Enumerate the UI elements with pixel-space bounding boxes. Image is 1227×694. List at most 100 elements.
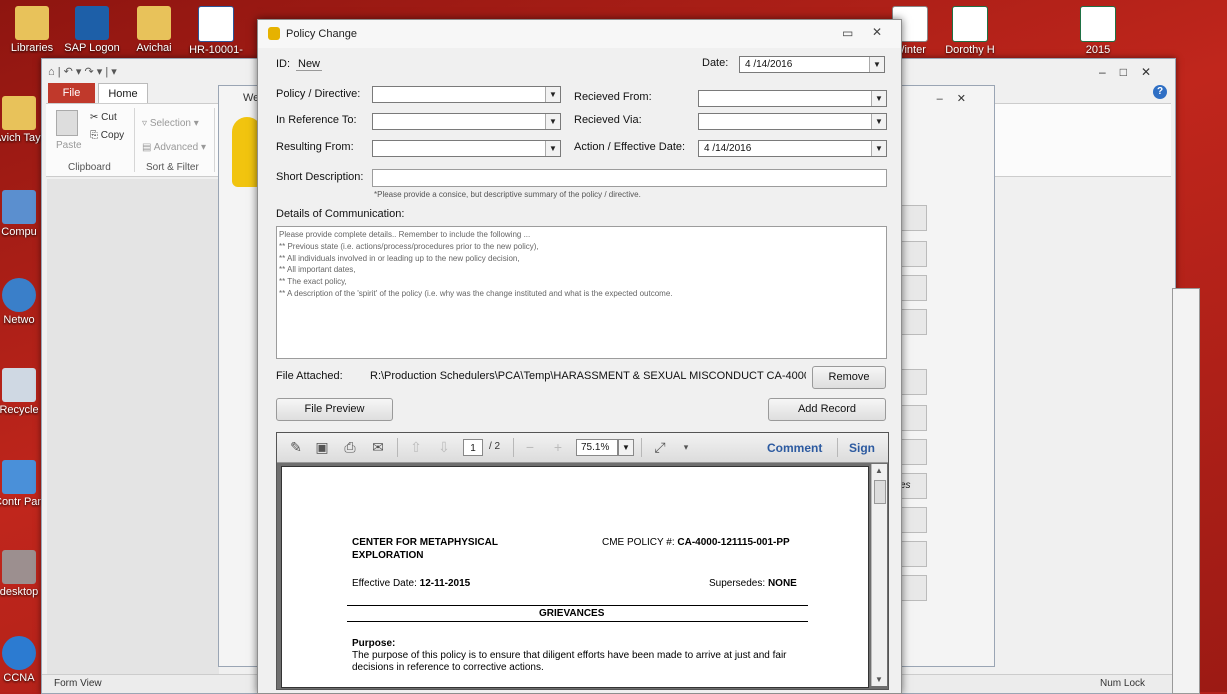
comment-link[interactable]: Comment (767, 441, 822, 455)
pdf-scrollbar[interactable]: ▲ ▼ (871, 464, 887, 686)
copy-button[interactable]: ⎘ Copy (90, 130, 124, 141)
chevron-down-icon[interactable]: ▼ (545, 87, 560, 102)
date-dropdown[interactable]: 4 /14/2016 ▼ (739, 56, 885, 73)
email-icon[interactable]: ✉ (369, 439, 387, 455)
desktop-icon-avichai[interactable]: Avichai (124, 6, 184, 54)
tab-file[interactable]: File (48, 83, 95, 103)
chevron-down-icon[interactable]: ▼ (618, 439, 634, 456)
chevron-down-icon[interactable]: ▼ (871, 114, 886, 129)
in-reference-to-dropdown[interactable]: ▼ (372, 113, 561, 130)
save-icon[interactable]: ▣ (313, 439, 331, 455)
desktop-icon-hr-document[interactable]: HR-10001- (186, 6, 246, 56)
chevron-down-icon[interactable]: ▼ (545, 141, 560, 156)
app-icon (268, 27, 280, 40)
ribbon-separator (134, 108, 135, 172)
edit-icon[interactable]: ✎ (287, 439, 305, 455)
details-line: ** A description of the 'spirit' of the … (279, 288, 673, 298)
next-page-icon[interactable]: ⇩ (435, 439, 453, 455)
short-description-input[interactable] (372, 169, 887, 187)
side-button[interactable] (899, 309, 927, 335)
received-from-dropdown[interactable]: ▼ (698, 90, 887, 107)
policy-directive-label: Policy / Directive: (276, 88, 361, 100)
zoom-input[interactable]: 75.1% (576, 439, 618, 456)
side-button-es[interactable]: es (899, 473, 927, 499)
access-window-controls[interactable]: –□✕ (1099, 65, 1165, 79)
scroll-thumb[interactable] (874, 480, 886, 504)
file-attached-label: File Attached: (276, 370, 343, 382)
desktop-icon-computer[interactable]: Compu (0, 190, 44, 238)
folder-icon (15, 6, 49, 40)
advanced-button[interactable]: ▤ Advanced ▾ (142, 142, 206, 153)
side-button[interactable] (899, 541, 927, 567)
settings-gear-icon (2, 550, 36, 584)
chevron-down-icon[interactable]: ▼ (871, 141, 886, 156)
action-effective-date-dropdown[interactable]: 4 /14/2016 ▼ (698, 140, 887, 157)
zoom-out-icon[interactable]: − (521, 439, 539, 455)
control-panel-icon (2, 460, 36, 494)
ribbon-separator (214, 108, 215, 172)
policy-change-dialog: Policy Change ▭ ✕ ID: New Date: 4 /14/20… (257, 19, 902, 694)
side-button[interactable] (899, 507, 927, 533)
doc-purpose-title: Purpose: (352, 638, 396, 649)
page-number-input[interactable]: 1 (463, 439, 483, 456)
side-button[interactable] (899, 369, 927, 395)
desktop-icon-network[interactable]: Netwo (0, 278, 44, 326)
doc-supersedes: Supersedes: NONE (709, 578, 797, 589)
desktop-icon-dorothy[interactable]: Dorothy H (940, 6, 1000, 56)
desktop-icon-2015[interactable]: 2015 (1068, 6, 1128, 56)
computer-icon (2, 190, 36, 224)
paste-button[interactable]: Paste (56, 140, 82, 151)
chevron-down-icon[interactable]: ▼ (545, 114, 560, 129)
paste-icon[interactable] (56, 110, 78, 136)
desktop-icon-control-panel[interactable]: Contr Pane (0, 460, 44, 508)
policy-directive-dropdown[interactable]: ▼ (372, 86, 561, 103)
pdf-preview: ✎ ▣ ⎙ ✉ ⇧ ⇩ 1 / 2 − + 75.1% ▼ ⤢ ▾ Commen… (276, 432, 889, 690)
word-document-icon (198, 6, 234, 42)
file-preview-button[interactable]: File Preview (276, 398, 393, 421)
recycle-bin-icon (2, 368, 36, 402)
quick-access-toolbar[interactable]: ⌂ | ↶ ▾ ↷ ▾ | ▾ (48, 65, 117, 78)
fit-page-icon[interactable]: ⤢ (651, 439, 669, 455)
received-from-label: Recieved From: (574, 91, 652, 103)
desktop-icon-libraries[interactable]: Libraries (2, 6, 62, 54)
doc-rule-bottom (347, 621, 808, 622)
date-value: 4 /14/2016 (745, 59, 793, 70)
action-effective-date-value: 4 /14/2016 (704, 143, 752, 154)
desktop-icon-sap-logon[interactable]: SAP Logon (62, 6, 122, 54)
remove-button[interactable]: Remove (812, 366, 886, 389)
side-button[interactable] (899, 205, 927, 231)
network-globe-icon (2, 278, 36, 312)
tab-home[interactable]: Home (98, 83, 148, 104)
minimize-button[interactable]: ▭ (842, 26, 853, 40)
chevron-down-icon[interactable]: ▼ (871, 91, 886, 106)
scroll-up-icon[interactable]: ▲ (875, 466, 883, 475)
desktop-icon-ccna[interactable]: CCNA (0, 636, 44, 684)
print-icon[interactable]: ⎙ (341, 439, 359, 455)
cut-button[interactable]: ✂ Cut (90, 112, 117, 123)
scroll-down-icon[interactable]: ▼ (875, 675, 883, 684)
side-button[interactable] (899, 241, 927, 267)
resulting-from-label: Resulting From: (276, 141, 354, 153)
help-icon[interactable]: ? (1153, 85, 1167, 99)
side-button[interactable] (899, 405, 927, 431)
add-record-button[interactable]: Add Record (768, 398, 886, 421)
chevron-down-icon[interactable]: ▼ (869, 57, 884, 72)
desktop-icon-avich-taylo[interactable]: Avich Taylo (0, 96, 44, 144)
close-button[interactable]: ✕ (872, 25, 882, 39)
previous-page-icon[interactable]: ⇧ (407, 439, 425, 455)
details-textarea[interactable]: Please provide complete details.. Rememb… (276, 226, 887, 359)
desktop-icon-desktop[interactable]: desktop (0, 550, 44, 598)
selection-button[interactable]: ▿ Selection ▾ (142, 118, 199, 129)
pdf-toolbar: ✎ ▣ ⎙ ✉ ⇧ ⇩ 1 / 2 − + 75.1% ▼ ⤢ ▾ Commen… (277, 433, 888, 463)
welcome-form-controls[interactable]: –✕ (937, 92, 980, 105)
zoom-in-icon[interactable]: + (549, 439, 567, 455)
details-line: ** All important dates, (279, 265, 356, 275)
more-tools-chevron-icon[interactable]: ▾ (677, 439, 695, 455)
side-button[interactable] (899, 439, 927, 465)
sign-link[interactable]: Sign (849, 441, 875, 455)
received-via-dropdown[interactable]: ▼ (698, 113, 887, 130)
resulting-from-dropdown[interactable]: ▼ (372, 140, 561, 157)
desktop-icon-recycle-bin[interactable]: Recycle (0, 368, 44, 416)
side-button[interactable] (899, 575, 927, 601)
side-button[interactable] (899, 275, 927, 301)
